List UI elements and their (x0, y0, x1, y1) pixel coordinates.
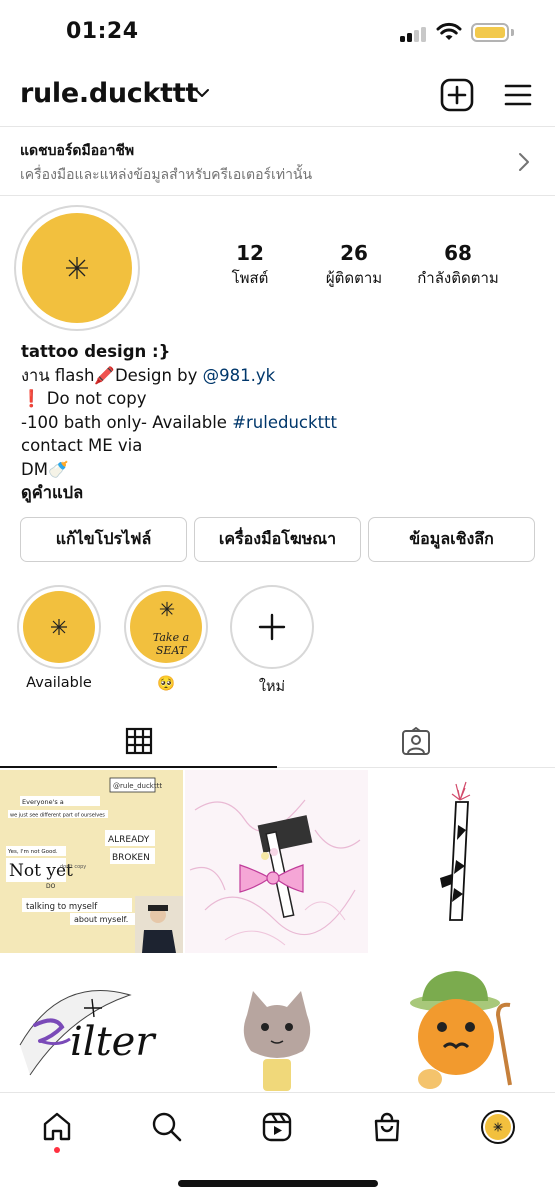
highlight-cover (23, 591, 95, 663)
bio-line-3-text: -100 bath only- Available (21, 412, 233, 432)
highlight-seat[interactable]: Take a SEAT 🥺 (124, 585, 208, 692)
nav-search[interactable] (147, 1107, 187, 1147)
shop-icon (374, 1112, 400, 1142)
sparkle-icon (159, 601, 175, 617)
tab-tagged[interactable] (277, 716, 554, 768)
home-icon (43, 1112, 71, 1141)
see-translation-link[interactable]: ดูคำแปล (21, 481, 541, 505)
nav-home[interactable] (37, 1107, 77, 1147)
highlight-label: 🥺 (156, 676, 176, 692)
post-artwork: @rule_duckttt Everyone's a we just see d… (0, 770, 183, 953)
professional-dashboard[interactable]: แดชบอร์ดมืออาชีพ เครื่องมือและแหล่งข้อมู… (0, 126, 555, 196)
bio-line-4: contact ME via (21, 436, 143, 455)
stat-following[interactable]: 68 กำลังติดตาม (406, 241, 510, 290)
post-artwork (185, 770, 368, 953)
post-artwork (370, 770, 553, 953)
hamburger-menu-icon[interactable] (504, 81, 532, 109)
highlight-label: ใหม่ (258, 679, 286, 695)
profile-tabs (0, 716, 555, 768)
chevron-right-icon (519, 153, 529, 171)
insights-button[interactable]: ข้อมูลเชิงลึก (368, 517, 535, 562)
sparkle-icon (51, 619, 67, 635)
stat-following-number: 68 (444, 241, 472, 265)
search-icon (152, 1112, 182, 1142)
bio-line-1-text: งาน flash🖍️Design by (21, 365, 203, 385)
post-text: ALREADY (108, 835, 150, 845)
post-text: BROKEN (112, 853, 150, 863)
highlight-available[interactable]: Available (17, 585, 101, 691)
nav-profile[interactable] (478, 1107, 518, 1147)
post-handle: @rule_duckttt (113, 782, 162, 790)
post-text: about myself. (74, 915, 128, 924)
home-indicator (178, 1180, 378, 1187)
ad-tools-button[interactable]: เครื่องมือโฆษณา (194, 517, 361, 562)
dashboard-subtitle: เครื่องมือและแหล่งข้อมูลสำหรับครีเอเตอร์… (20, 167, 313, 183)
post-thumbnail[interactable] (185, 770, 368, 953)
highlight-label: Available (26, 675, 92, 691)
stat-followers-label: ผู้ติดตาม (325, 269, 383, 287)
post-text: Everyone's a (22, 798, 64, 806)
post-text: Yes, I'm not Good. (7, 849, 58, 855)
bio-line-5: DM🍼 (21, 459, 69, 479)
profile-bio: tattoo design :} งาน flash🖍️Design by @9… (21, 340, 541, 505)
tagged-icon (401, 727, 430, 755)
edit-profile-button[interactable]: แก้ไขโปรไฟล์ (20, 517, 187, 562)
post-text: don't copy (60, 864, 86, 870)
post-text: talking to myself (26, 902, 98, 912)
reels-icon (262, 1112, 292, 1142)
avatar-image (22, 213, 132, 323)
highlight-cover: Take a SEAT (130, 591, 202, 663)
bio-line-1: งาน flash🖍️Design by @981.yk (21, 364, 541, 388)
profile-avatar[interactable] (14, 205, 140, 331)
post-text: we just see different part of ourselves (10, 813, 105, 819)
profile-header: rule.duckttt (0, 70, 555, 122)
highlight-cover (236, 591, 308, 663)
sparkle-icon (493, 1122, 503, 1132)
battery-cap (511, 29, 514, 36)
highlight-ring (230, 585, 314, 669)
profile-avatar (481, 1110, 515, 1144)
signal-icon (400, 26, 428, 42)
plus-icon (258, 613, 286, 641)
notification-dot (54, 1147, 60, 1153)
post-thumbnail[interactable] (370, 770, 553, 953)
stat-followers[interactable]: 26 ผู้ติดตาม (312, 241, 396, 290)
bio-line-2: ❗ Do not copy (21, 389, 147, 408)
post-thumbnail[interactable]: @rule_duckttt Everyone's a we just see d… (0, 770, 183, 953)
battery-icon (471, 23, 509, 42)
status-bar: 01:24 (0, 0, 555, 68)
post-text: DO (46, 883, 56, 890)
highlight-ring: Take a SEAT (124, 585, 208, 669)
bio-hashtag-link[interactable]: #ruleduckttt (232, 413, 337, 432)
highlight-ring (17, 585, 101, 669)
nav-shop[interactable] (367, 1107, 407, 1147)
profile-actions: แก้ไขโปรไฟล์ เครื่องมือโฆษณา ข้อมูลเชิงล… (20, 517, 535, 562)
sparkle-icon (66, 257, 88, 279)
nav-reels[interactable] (257, 1107, 297, 1147)
stat-posts[interactable]: 12 โพสต์ (220, 241, 280, 290)
chevron-down-icon[interactable] (193, 87, 211, 99)
wifi-icon (436, 22, 462, 40)
new-post-icon[interactable] (440, 78, 474, 112)
profile-name: tattoo design :} (21, 342, 171, 361)
account-username[interactable]: rule.duckttt (20, 78, 198, 109)
stat-posts-number: 12 (236, 241, 264, 265)
highlight-new[interactable]: ใหม่ (230, 585, 314, 698)
highlight-cover-text: Take a SEAT (152, 631, 190, 657)
grid-icon (125, 727, 152, 755)
dashboard-title: แดชบอร์ดมืออาชีพ (20, 143, 135, 159)
tab-posts-grid[interactable] (0, 716, 277, 768)
post-text: ilter (70, 1019, 157, 1065)
stat-posts-label: โพสต์ (231, 269, 269, 287)
bio-line-3: -100 bath only- Available #ruleduckttt (21, 411, 541, 435)
stat-following-label: กำลังติดตาม (417, 269, 499, 287)
status-time: 01:24 (66, 19, 139, 44)
bio-mention-link[interactable]: @981.yk (203, 366, 276, 385)
avatar-image (485, 1114, 511, 1140)
stat-followers-number: 26 (340, 241, 368, 265)
